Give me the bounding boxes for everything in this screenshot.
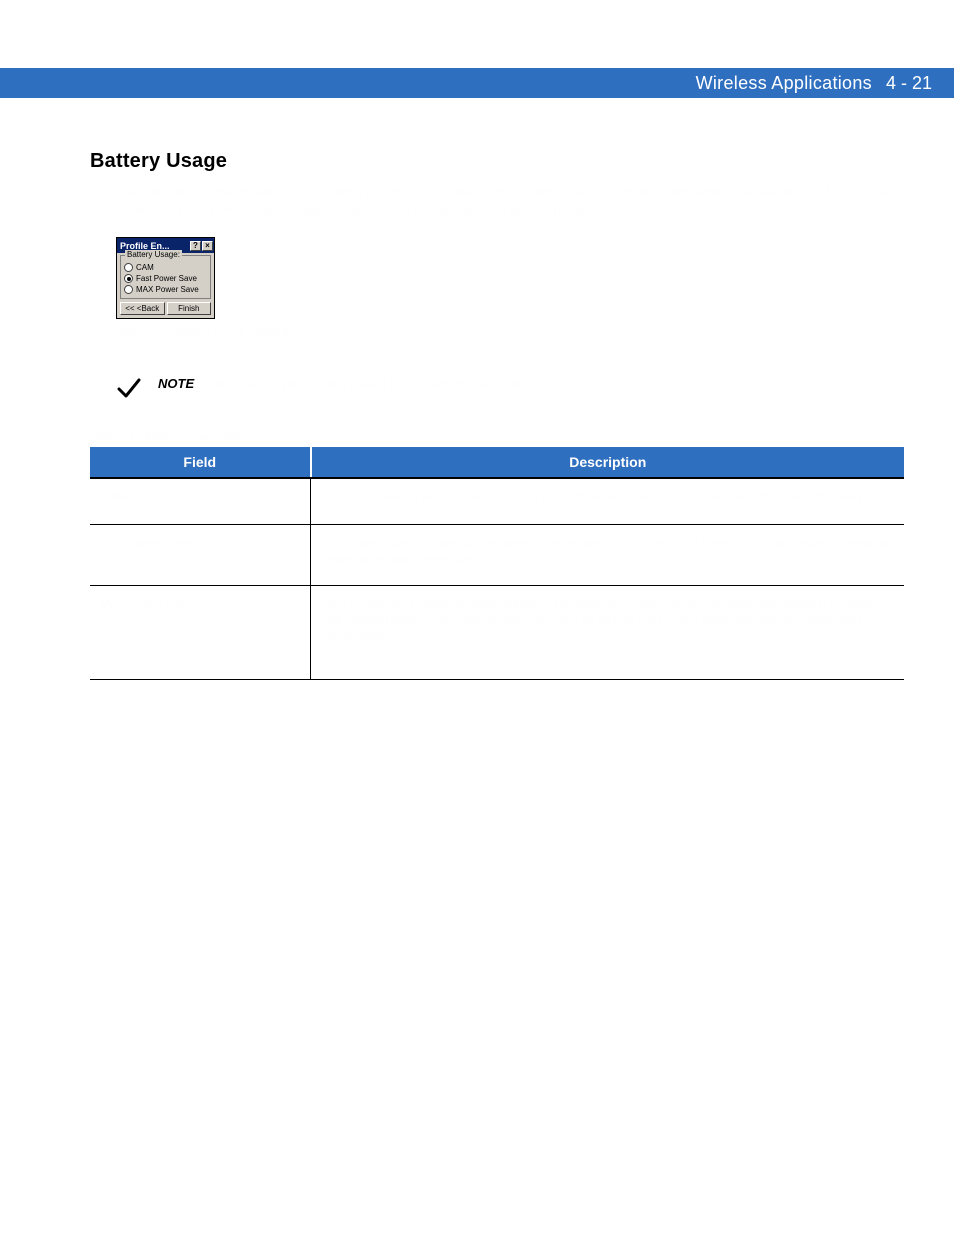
table-caption: Table 4-16 Battery Usage Options: [90, 431, 904, 443]
table-header-field: Field: [90, 447, 311, 478]
section-intro-text: Use the Battery Usage dialog box to sele…: [90, 183, 904, 219]
radio-cam[interactable]: CAM: [124, 262, 207, 273]
note-label: NOTE: [158, 376, 194, 391]
close-icon[interactable]: ×: [202, 241, 213, 251]
table-header-row: Field Description: [90, 447, 904, 478]
field-cell: MAX Power Save: [90, 585, 311, 679]
description-cell: Fast Power Save (the default) performs i…: [311, 524, 905, 585]
radio-label: Fast Power Save: [136, 274, 197, 283]
radio-label: CAM: [136, 263, 154, 272]
field-cell: Fast Power Save: [90, 524, 311, 585]
table-row: CAMContinuous Aware Mode (CAM) provides …: [90, 478, 904, 524]
radio-max-power-save[interactable]: MAX Power Save: [124, 284, 207, 295]
field-cell: CAM: [90, 478, 311, 524]
chapter-title: Wireless Applications: [696, 73, 872, 94]
note-body: Power consumption is also related to the…: [203, 377, 549, 391]
page-header: Wireless Applications 4 - 21: [0, 68, 954, 98]
battery-usage-group: Battery Usage: CAM Fast Power Save MAX P…: [120, 255, 211, 299]
battery-usage-table: Field Description CAMContinuous Aware Mo…: [90, 447, 904, 679]
help-icon[interactable]: ?: [190, 241, 201, 251]
radio-icon: [124, 263, 133, 272]
page-body: Battery Usage Use the Battery Usage dial…: [90, 150, 904, 680]
profile-entry-dialog: Profile En... ? × Battery Usage: CAM Fas…: [116, 237, 215, 319]
check-icon: [116, 375, 142, 401]
radio-icon: [124, 285, 133, 294]
back-button[interactable]: << <Back: [120, 302, 165, 315]
table-row: Fast Power SaveFast Power Save (the defa…: [90, 524, 904, 585]
radio-label: MAX Power Save: [136, 285, 199, 294]
radio-fast-power-save[interactable]: Fast Power Save: [124, 273, 207, 284]
dialog-figure: Profile En... ? × Battery Usage: CAM Fas…: [116, 237, 215, 319]
finish-button[interactable]: Finish: [167, 302, 212, 315]
description-cell: Continuous Aware Mode (CAM) provides the…: [311, 478, 905, 524]
description-cell: MAX Power Save yields the longest batter…: [311, 585, 905, 679]
page-number: 4 - 21: [886, 73, 932, 94]
table-header-description: Description: [311, 447, 905, 478]
note-callout: NOTE Power consumption is also related t…: [116, 375, 904, 401]
section-heading: Battery Usage: [90, 150, 904, 173]
table-row: MAX Power SaveMAX Power Save yields the …: [90, 585, 904, 679]
group-legend: Battery Usage:: [125, 250, 182, 259]
dialog-title-text: Profile En...: [120, 241, 170, 251]
radio-icon: [124, 274, 133, 283]
figure-caption: Figure 4-20 Battery Usage Dialog Box: [116, 327, 904, 339]
